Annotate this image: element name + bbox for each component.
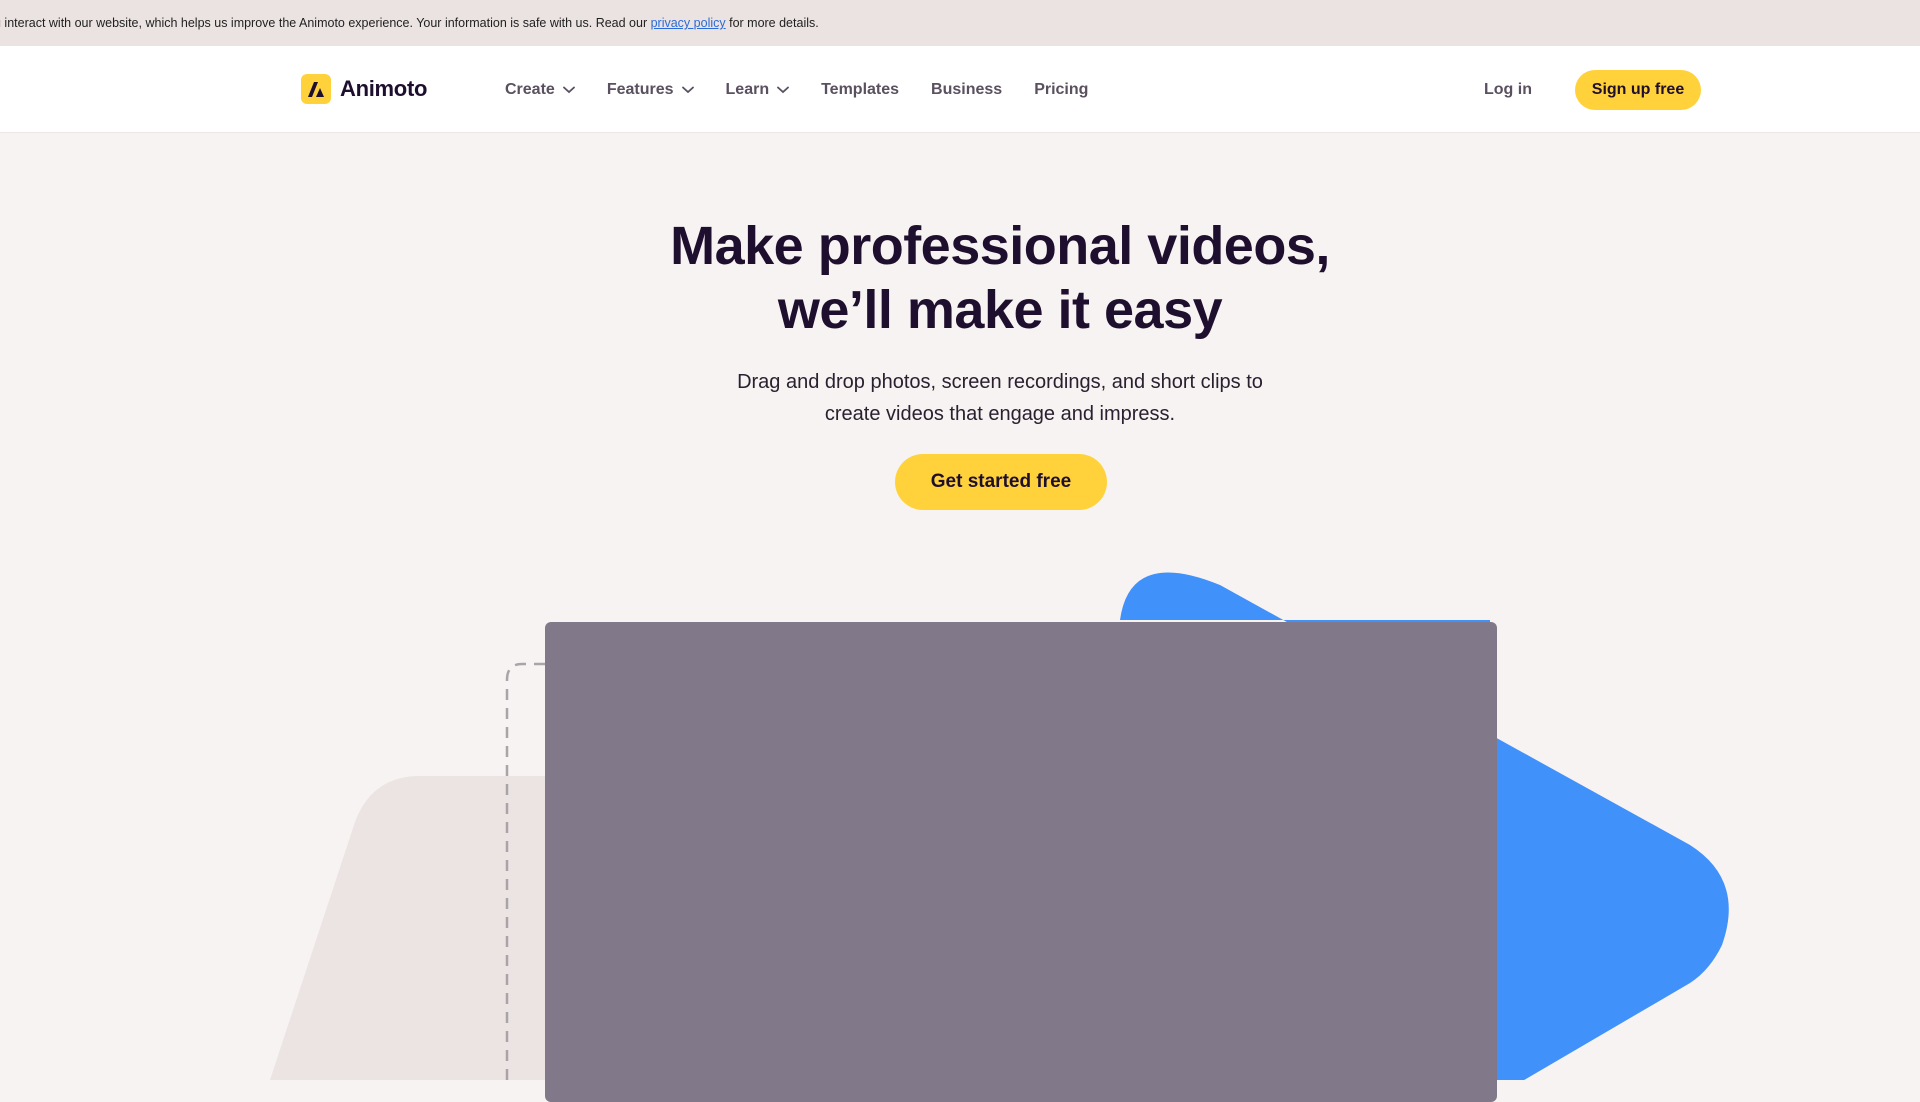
nav-item-business[interactable]: Business [931, 81, 1002, 99]
cookie-text-after: for more details. [725, 16, 819, 30]
cookie-text-before: u interact with our website, which helps… [0, 16, 651, 30]
nav-menu: Create Features Learn Templates Business… [505, 46, 1088, 133]
video-preview-panel[interactable] [545, 622, 1497, 1102]
animoto-logo-icon [301, 74, 331, 104]
cookie-banner-text: u interact with our website, which helps… [0, 16, 819, 30]
logo-text: Animoto [340, 76, 428, 101]
animoto-logo[interactable]: Animoto [301, 72, 427, 106]
login-link[interactable]: Log in [1484, 46, 1532, 133]
hero-title: Make professional videos, we’ll make it … [0, 214, 1920, 342]
hero-subtitle: Drag and drop photos, screen recordings,… [0, 366, 1920, 430]
privacy-policy-link[interactable]: privacy policy [651, 16, 726, 30]
nav-item-label: Features [606, 80, 674, 98]
nav-item-learn[interactable]: Learn [726, 81, 790, 99]
nav-item-pricing[interactable]: Pricing [1034, 81, 1088, 99]
chevron-down-icon [562, 86, 575, 93]
nav-item-label: Business [931, 80, 1003, 98]
chevron-down-icon [681, 86, 694, 93]
hero-subtitle-line-2: create videos that engage and impress. [824, 403, 1176, 425]
chevron-down-icon [777, 86, 789, 93]
nav-item-templates[interactable]: Templates [821, 81, 899, 99]
hero-title-line-2: we’ll make it easy [777, 280, 1223, 340]
beige-background-shape [270, 776, 560, 1080]
nav-item-features[interactable]: Features [607, 81, 694, 99]
nav-item-label: Learn [725, 80, 770, 98]
get-started-button[interactable]: Get started free [895, 454, 1107, 510]
nav-item-create[interactable]: Create [505, 81, 575, 99]
cookie-banner: u interact with our website, which helps… [0, 0, 1920, 46]
signup-button[interactable]: Sign up free [1575, 70, 1701, 110]
nav-item-label: Create [505, 80, 555, 98]
hero-title-line-1: Make professional videos, [670, 216, 1330, 276]
top-navigation: Animoto Create Features Learn Templates … [0, 46, 1920, 133]
hero-subtitle-line-1: Drag and drop photos, screen recordings,… [737, 371, 1263, 393]
nav-item-label: Templates [821, 80, 900, 98]
nav-item-label: Pricing [1034, 80, 1089, 98]
